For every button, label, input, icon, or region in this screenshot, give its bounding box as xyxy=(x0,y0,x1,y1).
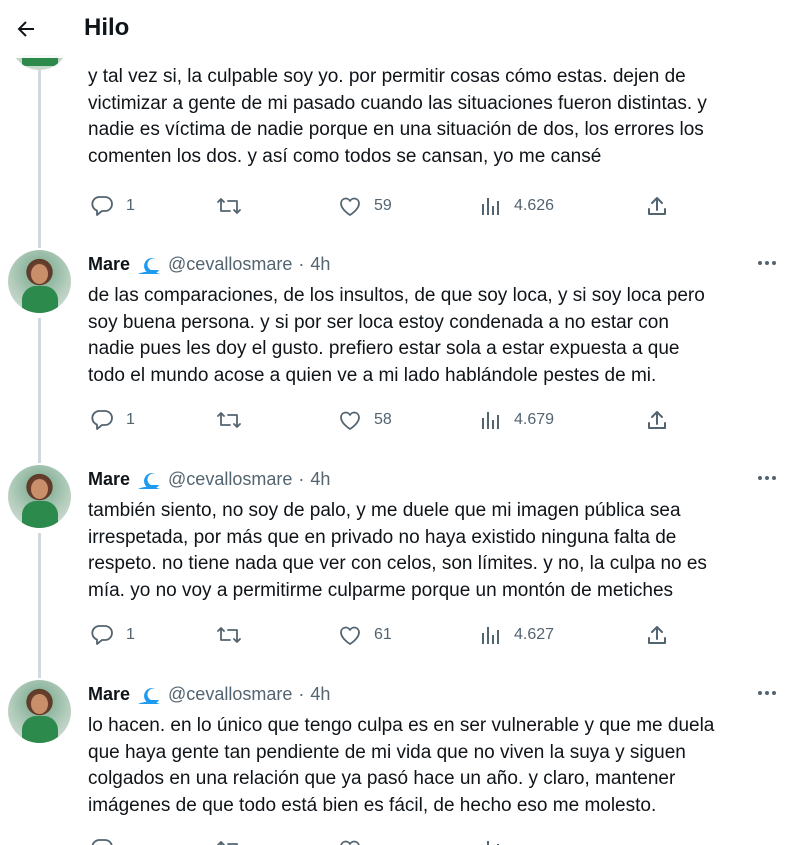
views-count: 4.626 xyxy=(514,197,555,214)
reply-button[interactable]: 1 xyxy=(90,622,135,648)
tweet-actions: 1 58 4.679 xyxy=(88,407,688,433)
more-icon xyxy=(758,261,776,265)
timestamp[interactable]: 4h xyxy=(310,684,330,705)
views-count: 4.627 xyxy=(514,626,555,643)
heart-icon xyxy=(340,626,360,645)
like-count: 58 xyxy=(374,411,392,428)
page-title: Hilo xyxy=(84,14,130,41)
tweet[interactable]: y tal vez si, la culpable soy yo. por pe… xyxy=(0,64,800,224)
more-options-button[interactable] xyxy=(752,252,782,274)
tweet[interactable]: Mare @cevallosmare · 4h de las comparaci… xyxy=(0,250,800,440)
avatar[interactable] xyxy=(8,680,71,743)
views-chart-icon xyxy=(482,412,499,429)
more-options-button[interactable] xyxy=(752,682,782,704)
retweet-icon xyxy=(217,841,238,845)
author-name[interactable]: Mare xyxy=(88,684,130,705)
reply-icon xyxy=(91,625,113,645)
reply-button[interactable] xyxy=(90,836,114,845)
heart-icon xyxy=(340,411,360,430)
share-button[interactable] xyxy=(646,193,668,219)
tweet[interactable]: Mare @cevallosmare · 4h también siento, … xyxy=(0,465,800,655)
tweet[interactable]: Mare @cevallosmare · 4h lo hacen. en lo … xyxy=(0,680,800,845)
tweet-text: de las comparaciones, de los insultos, d… xyxy=(88,285,705,386)
like-button[interactable]: 58 xyxy=(338,407,392,433)
views-count: 4.679 xyxy=(514,411,555,428)
author-name[interactable]: Mare xyxy=(88,254,130,275)
share-icon xyxy=(648,411,666,429)
tweet-text: también siento, no soy de palo, y me due… xyxy=(88,500,707,601)
more-icon xyxy=(758,476,776,480)
back-button[interactable] xyxy=(8,11,44,47)
tweet-actions: 1 61 4.627 xyxy=(88,622,688,648)
heart-icon xyxy=(340,197,360,216)
views-button[interactable]: 4.627 xyxy=(480,622,554,648)
tweet-actions: 1 59 4.626 xyxy=(88,193,688,219)
wave-emoji-icon xyxy=(136,683,162,705)
views-chart-icon xyxy=(482,198,499,215)
retweet-button[interactable] xyxy=(216,193,254,219)
like-button[interactable]: 61 xyxy=(338,622,392,648)
reply-icon xyxy=(91,196,113,216)
reply-button[interactable]: 1 xyxy=(90,407,135,433)
views-chart-icon xyxy=(487,841,499,845)
timestamp[interactable]: 4h xyxy=(310,254,330,275)
wave-emoji-icon xyxy=(136,468,162,490)
like-button[interactable] xyxy=(338,836,362,845)
tweet-header: Mare @cevallosmare · 4h xyxy=(88,251,330,277)
reply-button[interactable]: 1 xyxy=(90,193,135,219)
avatar[interactable] xyxy=(8,465,71,528)
reply-count: 1 xyxy=(126,411,135,428)
share-icon xyxy=(648,197,666,215)
more-options-button[interactable] xyxy=(752,467,782,489)
wave-emoji-icon xyxy=(136,253,162,275)
views-button[interactable]: 4.626 xyxy=(480,193,554,219)
author-handle[interactable]: @cevallosmare xyxy=(168,469,292,490)
thread-header: Hilo xyxy=(0,0,800,58)
arrow-left-icon xyxy=(17,21,34,37)
separator: · xyxy=(298,468,305,489)
tweet-text: lo hacen. en lo único que tengo culpa es… xyxy=(88,715,715,816)
like-count: 59 xyxy=(374,197,392,214)
like-button[interactable]: 59 xyxy=(338,193,392,219)
share-icon xyxy=(648,626,666,644)
retweet-button[interactable] xyxy=(216,836,242,845)
tweet-actions xyxy=(88,836,688,845)
avatar[interactable] xyxy=(8,250,71,313)
tweet-header: Mare @cevallosmare · 4h xyxy=(88,466,330,492)
retweet-icon xyxy=(217,412,241,428)
views-chart-icon xyxy=(482,627,499,644)
retweet-button[interactable] xyxy=(216,407,254,433)
author-handle[interactable]: @cevallosmare xyxy=(168,254,292,275)
views-button[interactable]: 4.679 xyxy=(480,407,554,433)
retweet-button[interactable] xyxy=(216,622,254,648)
more-icon xyxy=(758,691,776,695)
retweet-icon xyxy=(217,198,241,214)
reply-count: 1 xyxy=(126,197,135,214)
separator: · xyxy=(298,683,305,704)
reply-icon xyxy=(91,410,113,430)
share-button[interactable] xyxy=(646,407,668,433)
reply-icon xyxy=(91,839,113,845)
separator: · xyxy=(298,253,305,274)
like-count: 61 xyxy=(374,626,392,643)
timestamp[interactable]: 4h xyxy=(310,469,330,490)
heart-icon xyxy=(340,840,360,845)
retweet-icon xyxy=(217,627,241,643)
tweet-header: Mare @cevallosmare · 4h xyxy=(88,681,330,707)
views-button[interactable] xyxy=(480,836,502,845)
author-handle[interactable]: @cevallosmare xyxy=(168,684,292,705)
share-button[interactable] xyxy=(646,622,668,648)
reply-count: 1 xyxy=(126,626,135,643)
tweet-text: y tal vez si, la culpable soy yo. por pe… xyxy=(88,66,707,167)
author-name[interactable]: Mare xyxy=(88,469,130,490)
